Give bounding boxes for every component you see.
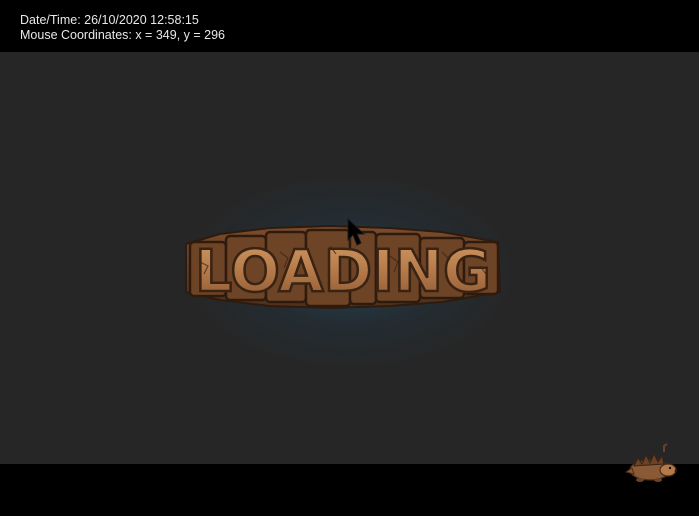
datetime-readout: Date/Time: 26/10/2020 12:58:15 xyxy=(20,13,199,27)
mouse-coordinates-readout: Mouse Coordinates: x = 349, y = 296 xyxy=(20,28,225,42)
bottom-bar xyxy=(0,464,699,516)
arrow-cursor-icon xyxy=(347,218,366,246)
loading-title: LOADING xyxy=(195,237,491,305)
loading-logo: LOADING xyxy=(185,224,502,310)
hedgehog-mascot-icon xyxy=(624,443,678,482)
debug-info-bar: Date/Time: 26/10/2020 12:58:15 Mouse Coo… xyxy=(0,0,699,52)
